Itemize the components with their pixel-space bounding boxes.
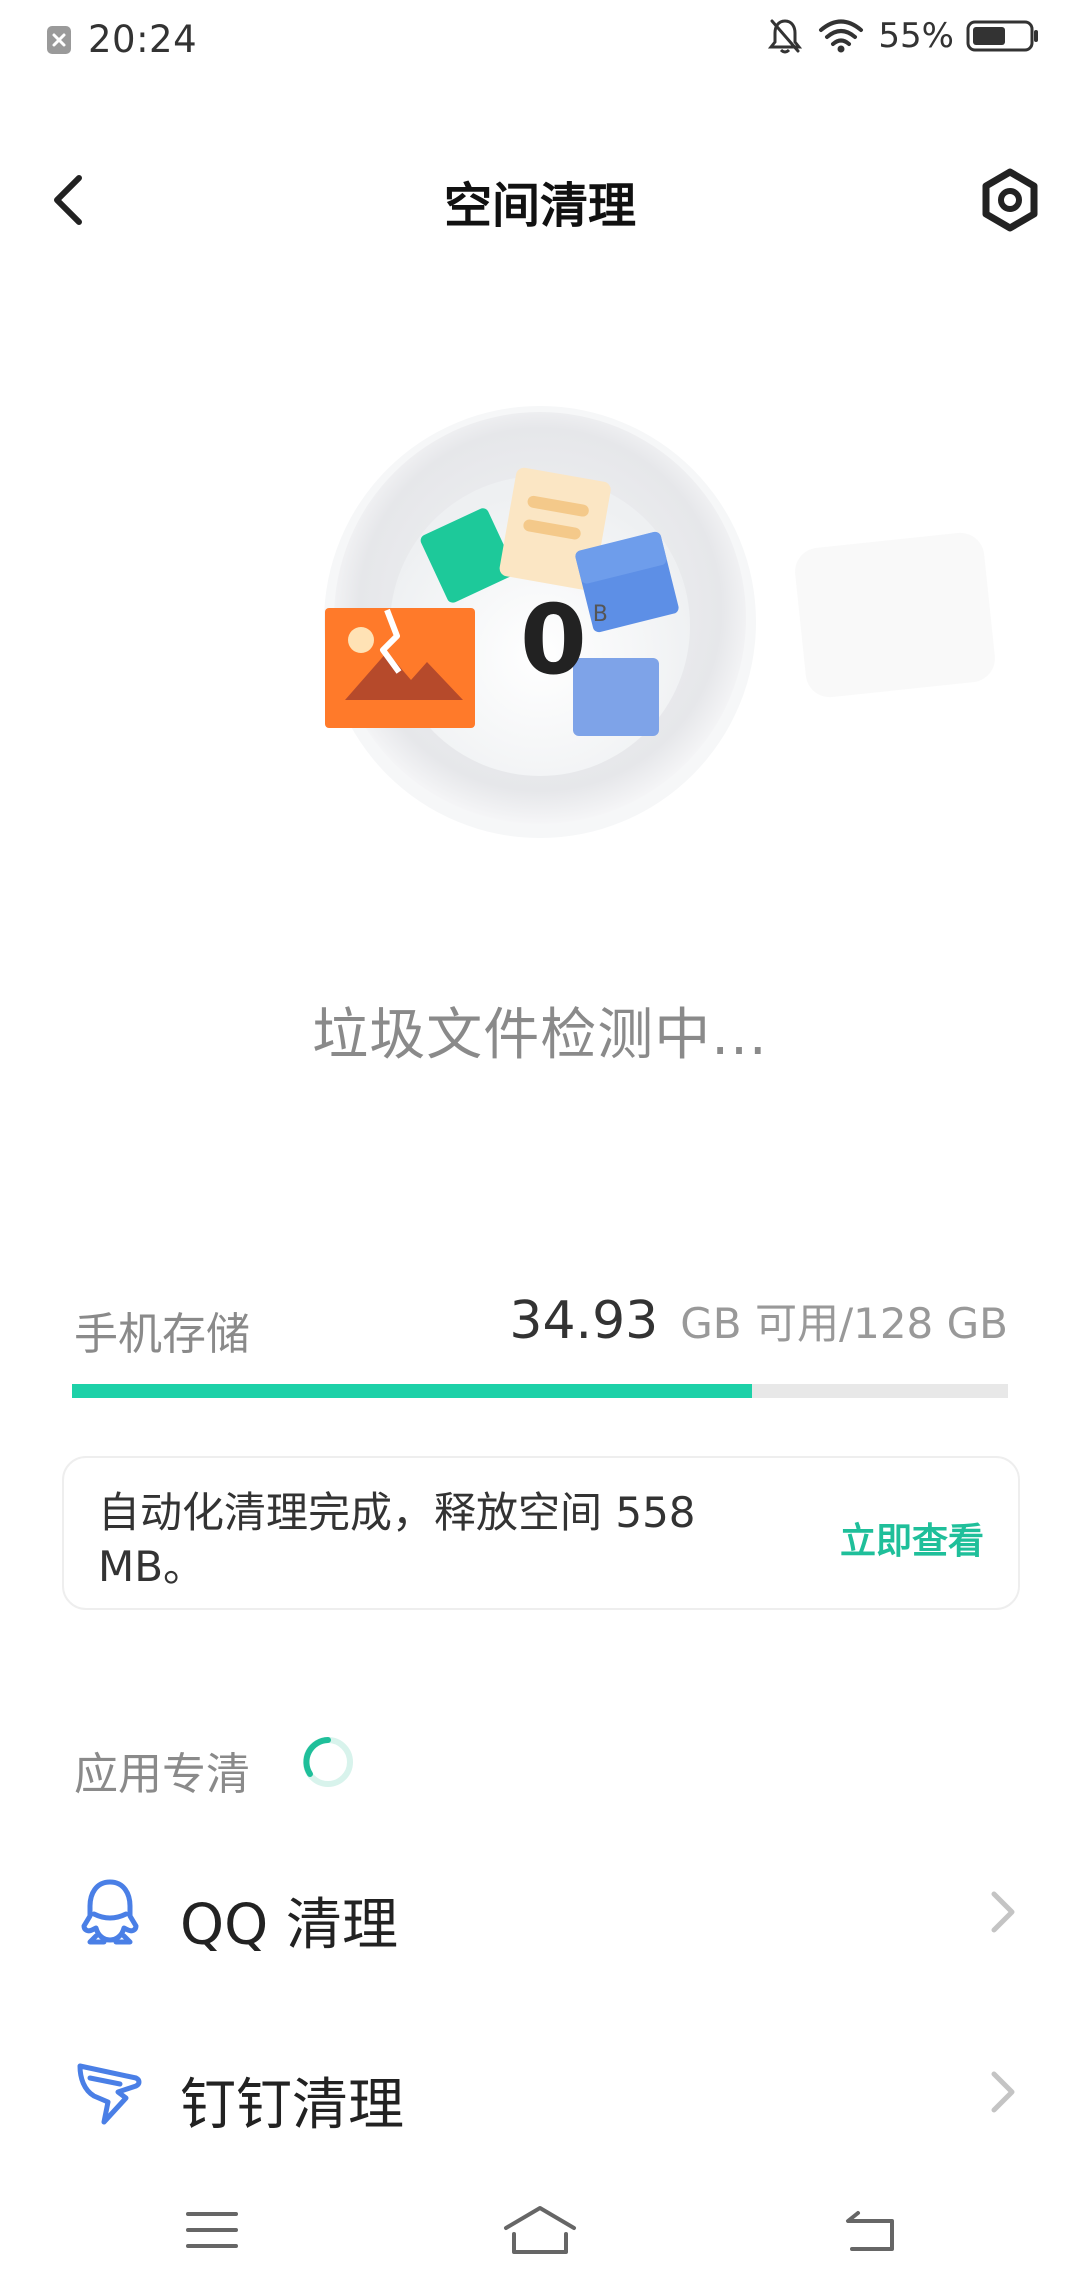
qq-icon bbox=[81, 1879, 139, 1945]
scanned-size-unit: B bbox=[592, 602, 608, 627]
chevron-right-icon bbox=[991, 2071, 1015, 2113]
home-icon bbox=[504, 2206, 576, 2254]
view-now-link[interactable]: 立即查看 bbox=[840, 1512, 984, 1564]
notice-text: 自动化清理完成，释放空间 558 MB。 bbox=[98, 1488, 696, 1591]
storage-progress-fill bbox=[72, 1384, 753, 1398]
dingtalk-clean-item[interactable]: 钉钉清理 bbox=[0, 2022, 1080, 2162]
menu-icon bbox=[186, 2212, 238, 2248]
notification-icon bbox=[47, 25, 71, 54]
home-button[interactable] bbox=[500, 2200, 580, 2260]
silent-bell-icon bbox=[768, 19, 803, 54]
page-title: 空间清理 bbox=[443, 178, 636, 234]
back-icon bbox=[846, 2211, 894, 2251]
storage-available: 34.93 bbox=[509, 1291, 659, 1351]
dingtalk-clean-label: 钉钉清理 bbox=[180, 2073, 404, 2138]
qq-clean-label: QQ 清理 bbox=[180, 1893, 398, 1958]
scanned-size: 0 B bbox=[520, 592, 608, 688]
scanned-size-value: 0 bbox=[520, 584, 587, 696]
dingtalk-icon bbox=[77, 2063, 142, 2125]
recent-apps-button[interactable] bbox=[172, 2200, 252, 2260]
battery-icon bbox=[966, 20, 1038, 52]
storage-label: 手机存储 bbox=[74, 1309, 250, 1360]
loading-spinner-icon bbox=[303, 1737, 353, 1787]
status-time: 20:24 bbox=[88, 18, 198, 61]
status-right: 55% bbox=[768, 16, 1040, 56]
status-left: 20:24 bbox=[46, 18, 197, 61]
battery-percent: 55% bbox=[878, 16, 954, 56]
wifi-icon bbox=[819, 19, 864, 53]
scan-status: 垃圾文件检测中... bbox=[312, 1003, 768, 1068]
storage-progress-bar bbox=[72, 1384, 1008, 1398]
navigation-bar bbox=[0, 2170, 1080, 2280]
system-back-button[interactable] bbox=[832, 2200, 912, 2260]
settings-icon bbox=[982, 168, 1038, 232]
decorative-shadow bbox=[792, 530, 998, 700]
storage-value: 34.93 GB 可用/128 GB bbox=[509, 1290, 1008, 1351]
storage-total: GB 可用/128 GB bbox=[680, 1299, 1008, 1348]
status-bar: 20:24 55% bbox=[0, 0, 1080, 74]
header: 空间清理 bbox=[0, 140, 1080, 260]
chevron-right-icon bbox=[991, 1891, 1015, 1933]
qq-clean-item[interactable]: QQ 清理 bbox=[0, 1842, 1080, 1982]
app-clean-section-title: 应用专清 bbox=[74, 1749, 250, 1800]
auto-clean-notice: 自动化清理完成，释放空间 558 MB。 立即查看 bbox=[62, 1456, 1020, 1610]
settings-button[interactable] bbox=[974, 164, 1046, 236]
